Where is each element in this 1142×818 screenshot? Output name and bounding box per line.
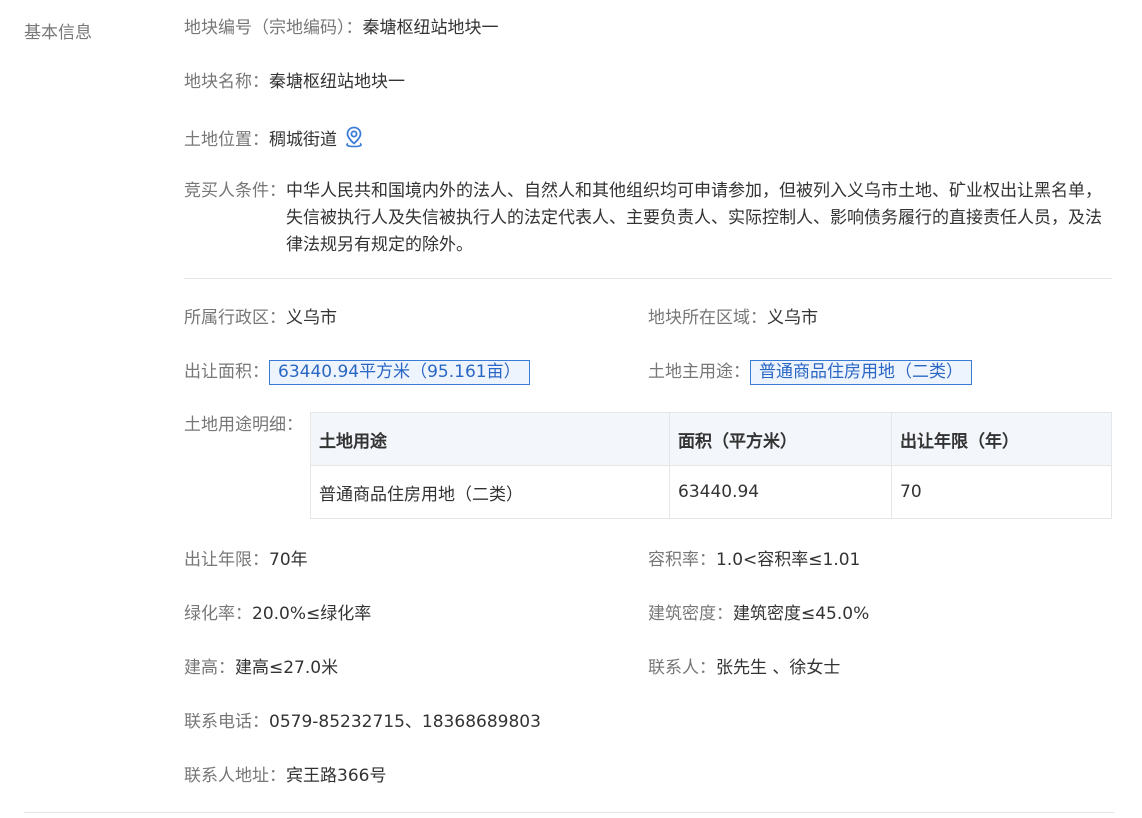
bidder-conditions-value: 中华人民共和国境内外的法人、自然人和其他组织均可申请参加，但被列入义乌市土地、矿… bbox=[286, 181, 1102, 255]
land-use-table: 土地用途 面积（平方米） 出让年限（年） 普通商品住房用地（二类） 63440.… bbox=[310, 412, 1112, 519]
field-transfer-area: 出让面积： 63440.94平方米（95.161亩） bbox=[184, 360, 530, 385]
admin-district-label: 所属行政区： bbox=[184, 308, 286, 328]
divider bbox=[184, 278, 1112, 279]
field-parcel-area-region: 地块所在区域：义乌市 bbox=[648, 308, 818, 328]
field-building-height: 建高：建高≤27.0米 bbox=[184, 658, 338, 678]
transfer-area-badge: 63440.94平方米（95.161亩） bbox=[269, 360, 530, 385]
contact-phone-label: 联系电话： bbox=[184, 712, 269, 732]
field-building-density: 建筑密度：建筑密度≤45.0% bbox=[648, 604, 869, 624]
field-contact-phone: 联系电话：0579-85232715、18368689803 bbox=[184, 712, 541, 732]
field-green-ratio: 绿化率：20.0%≤绿化率 bbox=[184, 604, 371, 624]
transfer-term-value: 70年 bbox=[269, 550, 308, 570]
field-main-use: 土地主用途： 普通商品住房用地（二类） bbox=[648, 360, 972, 385]
building-density-value: 建筑密度≤45.0% bbox=[733, 604, 870, 624]
field-parcel-code: 地块编号（宗地编码）：秦塘枢纽站地块一 bbox=[184, 18, 499, 38]
field-bidder-conditions: 竞买人条件： 中华人民共和国境内外的法人、自然人和其他组织均可申请参加，但被列入… bbox=[184, 178, 1114, 259]
location-value: 稠城街道 bbox=[269, 130, 337, 150]
bottom-divider bbox=[24, 812, 1114, 813]
main-use-label: 土地主用途： bbox=[648, 362, 750, 382]
field-transfer-term: 出让年限：70年 bbox=[184, 550, 308, 570]
parcel-name-value: 秦塘枢纽站地块一 bbox=[269, 72, 405, 92]
green-ratio-label: 绿化率： bbox=[184, 604, 252, 624]
green-ratio-value: 20.0%≤绿化率 bbox=[252, 604, 372, 624]
table-header-cell: 出让年限（年） bbox=[891, 412, 1112, 466]
contact-address-label: 联系人地址： bbox=[184, 766, 286, 786]
contact-person-label: 联系人： bbox=[648, 658, 716, 678]
section-title-basic-info: 基本信息 bbox=[24, 23, 92, 43]
building-height-label: 建高： bbox=[184, 658, 235, 678]
table-row: 普通商品住房用地（二类） 63440.94 70 bbox=[310, 465, 1112, 519]
table-cell: 70 bbox=[891, 465, 1112, 519]
transfer-area-label: 出让面积： bbox=[184, 362, 269, 382]
transfer-term-label: 出让年限： bbox=[184, 550, 269, 570]
contact-address-value: 宾王路366号 bbox=[286, 766, 387, 786]
parcel-code-label: 地块编号（宗地编码）： bbox=[184, 18, 363, 38]
building-density-label: 建筑密度： bbox=[648, 604, 733, 624]
table-header-row: 土地用途 面积（平方米） 出让年限（年） bbox=[310, 412, 1112, 466]
field-plot-ratio: 容积率：1.0<容积率≤1.01 bbox=[648, 550, 860, 570]
parcel-area-region-label: 地块所在区域： bbox=[648, 308, 767, 328]
field-parcel-name: 地块名称：秦塘枢纽站地块一 bbox=[184, 72, 405, 92]
field-use-detail: 土地用途明细： bbox=[184, 415, 303, 435]
plot-ratio-value: 1.0<容积率≤1.01 bbox=[716, 550, 861, 570]
parcel-name-label: 地块名称： bbox=[184, 72, 269, 92]
table-cell: 63440.94 bbox=[669, 465, 892, 519]
field-location: 土地位置：稠城街道 bbox=[184, 126, 363, 153]
location-label: 土地位置： bbox=[184, 130, 269, 150]
bidder-conditions-label: 竞买人条件： bbox=[184, 181, 286, 201]
plot-ratio-label: 容积率： bbox=[648, 550, 716, 570]
admin-district-value: 义乌市 bbox=[286, 308, 337, 328]
table-header-cell: 土地用途 bbox=[310, 412, 670, 466]
map-pin-icon[interactable] bbox=[345, 126, 363, 153]
field-contact-address: 联系人地址：宾王路366号 bbox=[184, 766, 386, 786]
use-detail-label: 土地用途明细： bbox=[184, 415, 303, 435]
contact-person-value: 张先生 、徐女士 bbox=[716, 658, 841, 678]
table-cell: 普通商品住房用地（二类） bbox=[310, 465, 670, 519]
main-use-badge: 普通商品住房用地（二类） bbox=[750, 360, 972, 385]
parcel-code-value: 秦塘枢纽站地块一 bbox=[362, 18, 499, 38]
field-admin-district: 所属行政区：义乌市 bbox=[184, 308, 337, 328]
building-height-value: 建高≤27.0米 bbox=[235, 658, 339, 678]
field-contact-person: 联系人：张先生 、徐女士 bbox=[648, 658, 840, 678]
parcel-area-region-value: 义乌市 bbox=[767, 308, 818, 328]
table-header-cell: 面积（平方米） bbox=[669, 412, 892, 466]
contact-phone-value: 0579-85232715、18368689803 bbox=[269, 712, 541, 732]
